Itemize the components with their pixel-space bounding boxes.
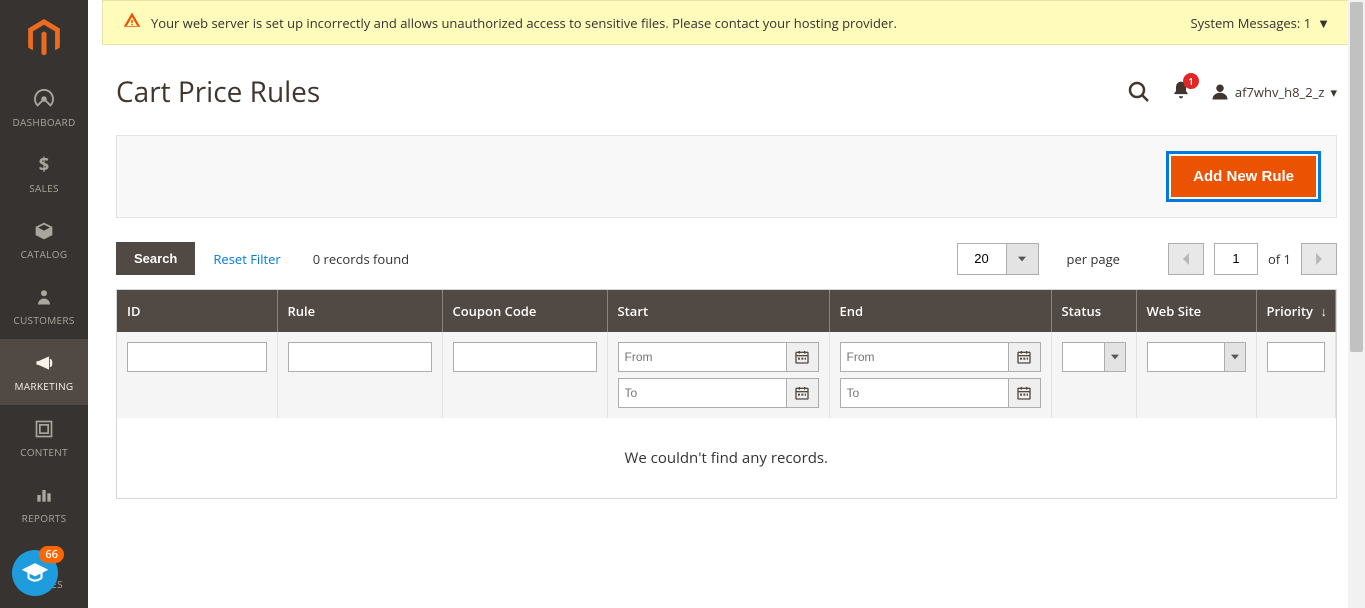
system-messages-toggle[interactable]: System Messages: 1 ▼ [1191,14,1330,32]
filter-status[interactable] [1062,342,1126,372]
main-content: Your web server is set up incorrectly an… [88,0,1365,608]
rules-grid: ID Rule Coupon Code Start End Status Web… [116,289,1337,499]
help-badge: 66 [39,546,64,563]
calendar-icon[interactable] [1009,378,1041,408]
username: af7whv_h8_2_z [1235,83,1325,101]
col-end[interactable]: End [829,290,1051,332]
notifications-bell[interactable]: 1 [1171,79,1191,106]
prev-page-button[interactable] [1168,243,1204,275]
nav-label: CUSTOMERS [13,313,74,327]
scrollbar-thumb[interactable] [1350,2,1363,352]
search-button[interactable]: Search [116,242,195,275]
user-menu[interactable]: af7whv_h8_2_z ▾ [1211,83,1337,101]
user-icon [1211,83,1229,101]
records-found: 0 records found [313,250,409,268]
person-icon [32,285,56,309]
blocks-icon [32,417,56,441]
notification-badge: 1 [1183,73,1199,89]
col-rule[interactable]: Rule [277,290,442,332]
reset-filter-link[interactable]: Reset Filter [213,250,280,268]
per-page-label: per page [1067,250,1120,268]
current-page-input[interactable] [1214,243,1258,275]
page-title: Cart Price Rules [116,73,1127,111]
bars-icon [32,483,56,507]
per-page-input[interactable] [957,243,1007,275]
svg-text:$: $ [39,155,49,175]
nav-label: MARKETING [15,379,74,393]
col-website[interactable]: Web Site [1136,290,1256,332]
help-bubble[interactable]: 66 [12,550,58,596]
col-priority[interactable]: Priority↓ [1256,290,1336,332]
filter-priority[interactable] [1267,342,1326,372]
vertical-scrollbar[interactable] [1348,0,1365,608]
add-new-rule-button[interactable]: Add New Rule [1171,156,1316,197]
nav-label: CONTENT [20,445,68,459]
empty-row: We couldn't find any records. [117,418,1336,498]
pagination: of 1 [1168,243,1337,275]
dashboard-icon [32,87,56,111]
filter-id[interactable] [127,342,267,372]
nav-label: SALES [29,181,59,195]
page-actions: Add New Rule [116,135,1337,218]
megaphone-icon [32,351,56,375]
page-header: Cart Price Rules 1 af7whv_h8_2_z ▾ [88,45,1365,121]
magento-logo[interactable] [0,0,88,75]
per-page-dropdown[interactable] [1007,243,1039,275]
nav-label: DASHBOARD [12,115,75,129]
col-start[interactable]: Start [607,290,829,332]
nav-marketing[interactable]: MARKETING [0,339,88,405]
grid-toolbar: Search Reset Filter 0 records found per … [88,242,1365,289]
filter-website[interactable] [1147,342,1246,372]
filter-row [117,332,1336,418]
empty-message: We couldn't find any records. [117,418,1336,498]
filter-end-from[interactable] [840,342,1009,372]
caret-down-icon: ▾ [1330,83,1337,101]
dollar-icon: $ [32,153,56,177]
calendar-icon[interactable] [787,378,819,408]
nav-customers[interactable]: CUSTOMERS [0,273,88,339]
col-id[interactable]: ID [117,290,277,332]
nav-label: REPORTS [22,511,67,525]
col-coupon[interactable]: Coupon Code [442,290,607,332]
nav-sales[interactable]: $ SALES [0,141,88,207]
nav-content[interactable]: CONTENT [0,405,88,471]
nav-catalog[interactable]: CATALOG [0,207,88,273]
page-of-label: of 1 [1268,250,1291,268]
system-message-bar: Your web server is set up incorrectly an… [102,0,1351,45]
nav-reports[interactable]: REPORTS [0,471,88,537]
calendar-icon[interactable] [1009,342,1041,372]
admin-sidebar: DASHBOARD $ SALES CATALOG CUSTOMERS MARK… [0,0,88,608]
calendar-icon[interactable] [787,342,819,372]
filter-coupon[interactable] [453,342,597,372]
filter-start-to[interactable] [618,378,787,408]
nav-label: CATALOG [21,247,68,261]
system-message-text: Your web server is set up incorrectly an… [151,14,1191,32]
graduation-cap-icon [22,560,48,586]
nav-dashboard[interactable]: DASHBOARD [0,75,88,141]
filter-rule[interactable] [288,342,432,372]
filter-start-from[interactable] [618,342,787,372]
box-icon [32,219,56,243]
filter-end-to[interactable] [840,378,1009,408]
sort-desc-icon: ↓ [1321,302,1328,320]
warning-icon [123,11,141,34]
global-search-icon[interactable] [1127,80,1151,104]
next-page-button[interactable] [1301,243,1337,275]
caret-down-icon: ▼ [1317,14,1330,32]
col-status[interactable]: Status [1051,290,1136,332]
